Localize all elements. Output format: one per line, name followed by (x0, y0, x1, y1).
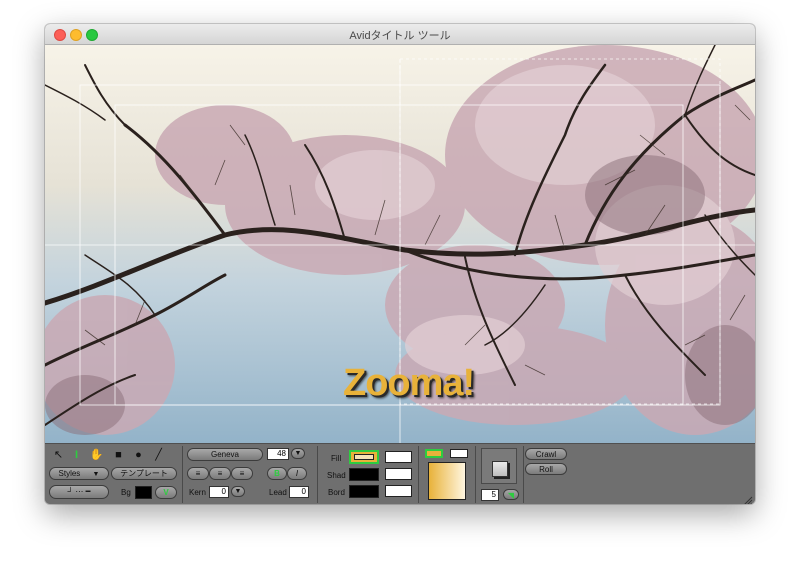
lead-field[interactable]: 0 (289, 486, 309, 498)
divider (418, 446, 419, 503)
align-right-icon: ≡ (239, 469, 245, 478)
fill-color-swatch[interactable] (349, 450, 379, 464)
align-center-icon: ≡ (217, 469, 223, 478)
oval-icon: ● (135, 449, 142, 461)
align-left-icon: ≡ (195, 469, 201, 478)
title-bar: Avidタイトル ツール (45, 24, 755, 45)
hand-tool[interactable]: ✋ (89, 448, 104, 462)
gradient-end-swatch[interactable] (450, 449, 468, 458)
gradient-preview[interactable] (428, 462, 466, 500)
text-cursor-icon: I (74, 449, 79, 461)
kern-label: Kern (189, 488, 206, 497)
border-transparency-swatch[interactable] (385, 485, 412, 497)
border-label: Bord (328, 488, 345, 497)
selection-tool[interactable]: ↖ (51, 448, 66, 462)
fill-label: Fill (331, 454, 342, 463)
divider (523, 446, 524, 503)
window-title: Avidタイトル ツール (349, 30, 451, 42)
chevron-down-icon: ▼ (234, 488, 242, 495)
title-text[interactable]: Zooma! (343, 362, 475, 405)
styles-label: Styles (58, 469, 81, 478)
bg-toggle-button[interactable]: V (155, 486, 177, 499)
shadow-preview-icon (492, 461, 508, 477)
fill-transparency-swatch[interactable] (385, 451, 412, 463)
oval-tool[interactable]: ● (131, 448, 146, 462)
shadow-transparency-swatch[interactable] (385, 468, 412, 480)
font-selector[interactable]: Geneva (187, 448, 263, 461)
rectangle-icon: ■ (115, 449, 122, 461)
line-icon: ╱ (155, 449, 162, 461)
resize-grip-icon[interactable] (743, 493, 753, 504)
text-tool[interactable]: I (69, 448, 84, 462)
arrow-pointer-icon: ↖ (53, 449, 64, 461)
drop-shadow-icon: ◥ (507, 491, 515, 500)
shadow-type-button[interactable]: ◥ (503, 489, 519, 500)
template-button[interactable]: テンプレート (111, 467, 177, 480)
font-size-dropdown[interactable]: ▼ (291, 448, 305, 459)
font-size-field[interactable]: 48 (267, 448, 289, 460)
bold-button[interactable]: B (267, 467, 287, 480)
bg-color-swatch[interactable] (135, 486, 152, 499)
chevron-down-icon: ▼ (294, 450, 302, 457)
align-right-button[interactable]: ≡ (231, 467, 253, 480)
check-icon: V (163, 488, 169, 497)
kern-dropdown[interactable]: ▼ (231, 486, 245, 497)
shadow-label: Shad (327, 471, 346, 480)
bottom-toolbar: ↖ I ✋ ■ ● ╱ Styles ▼ テンプレート ┘ ⋯ ━ Bg V G… (45, 443, 755, 504)
kern-field[interactable]: 0 (209, 486, 229, 498)
line-weight-icon: ┘ ⋯ ━ (67, 487, 91, 496)
shadow-depth-pad[interactable] (481, 448, 517, 484)
gradient-start-swatch[interactable] (425, 449, 443, 458)
divider (317, 446, 318, 503)
align-center-button[interactable]: ≡ (209, 467, 231, 480)
styles-dropdown[interactable]: Styles ▼ (49, 467, 109, 480)
border-color-swatch[interactable] (349, 485, 379, 498)
shadow-color-swatch[interactable] (349, 468, 379, 481)
hand-icon: ✋ (89, 449, 104, 461)
line-tool[interactable]: ╱ (151, 448, 166, 462)
shadow-depth-field[interactable]: 5 (481, 489, 499, 501)
italic-button[interactable]: I (287, 467, 307, 480)
divider (475, 446, 476, 503)
chevron-down-icon: ▼ (92, 471, 100, 478)
align-left-button[interactable]: ≡ (187, 467, 209, 480)
bg-label: Bg (121, 488, 131, 497)
title-canvas[interactable]: Zooma! (45, 45, 755, 443)
rectangle-tool[interactable]: ■ (111, 448, 126, 462)
divider (182, 446, 183, 503)
line-style-selector[interactable]: ┘ ⋯ ━ (49, 485, 109, 499)
lead-label: Lead (269, 488, 287, 497)
roll-button[interactable]: Roll (525, 463, 567, 475)
title-tool-window: Avidタイトル ツール Zooma! ↖ I ✋ ■ ● ╱ Styles ▼… (45, 24, 755, 504)
crawl-button[interactable]: Crawl (525, 448, 567, 460)
